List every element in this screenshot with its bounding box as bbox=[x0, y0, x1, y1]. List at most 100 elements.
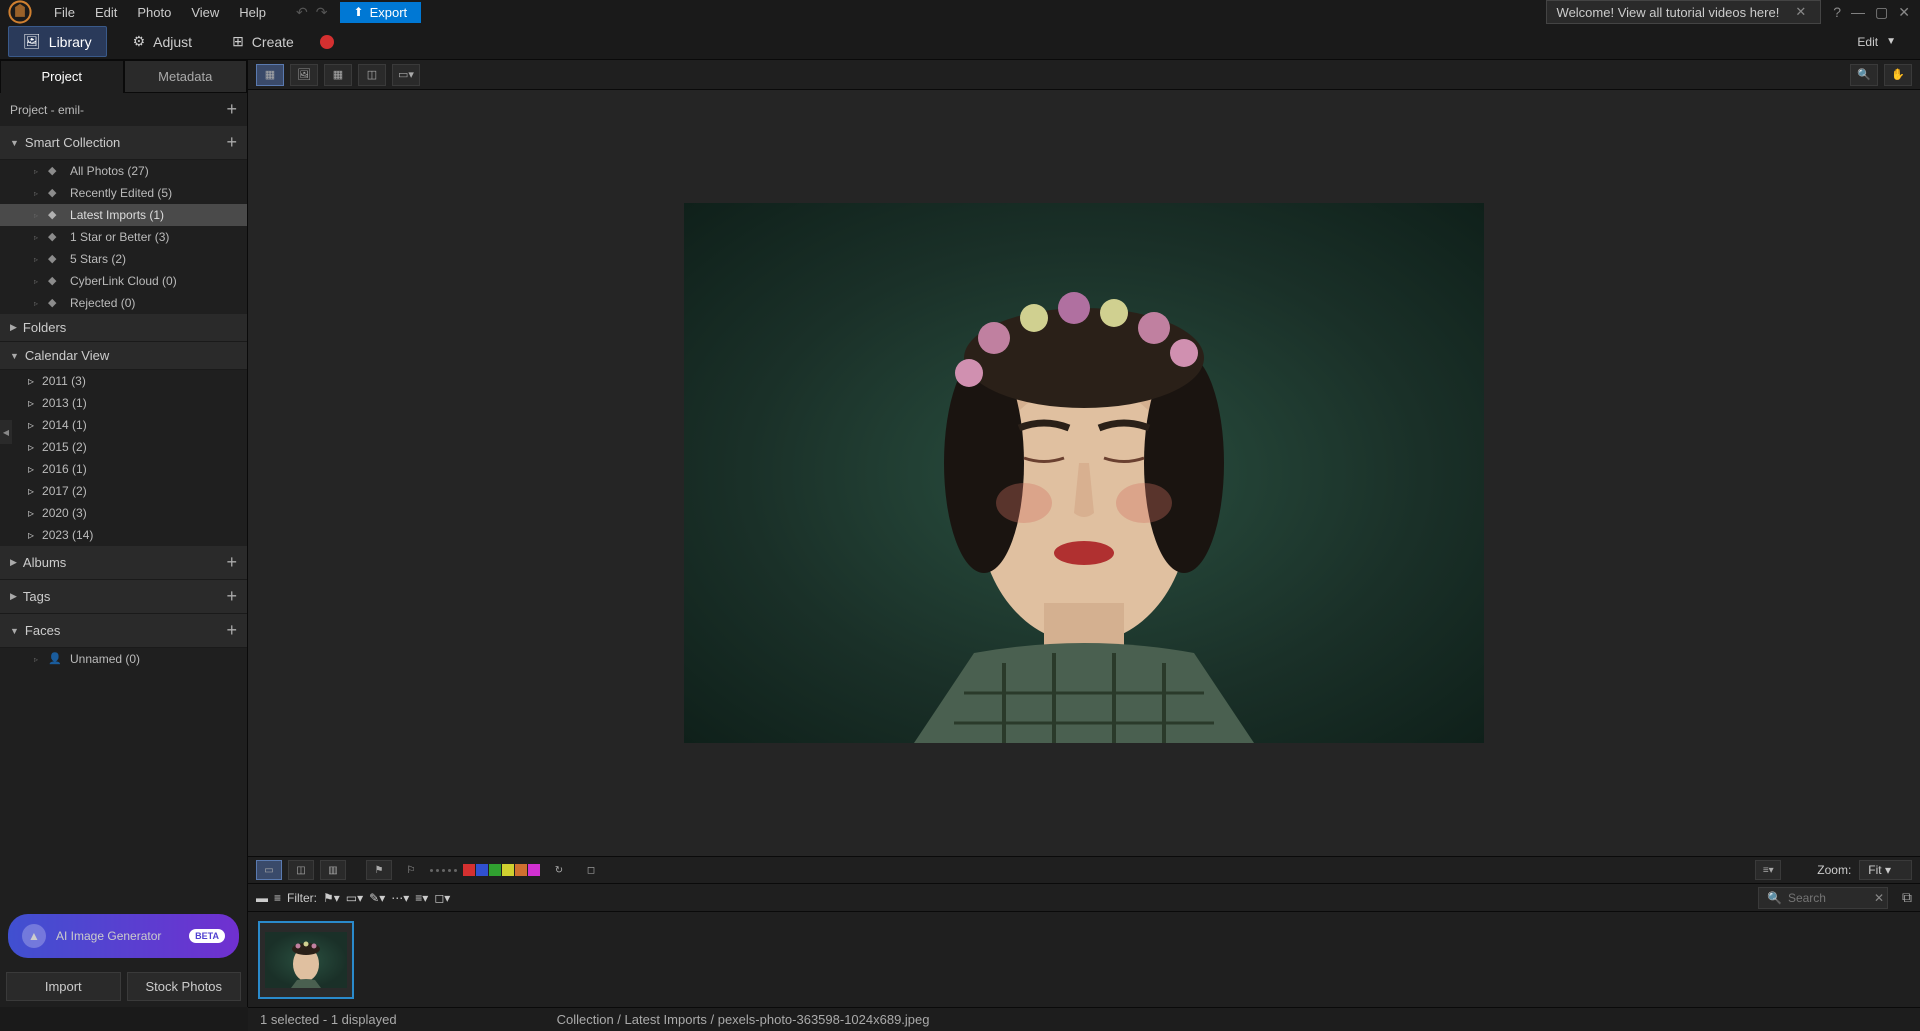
edit-button[interactable]: Edit ▼ bbox=[1841, 29, 1912, 55]
layout-2-icon[interactable]: ◫ bbox=[288, 860, 314, 880]
external-link-icon[interactable]: ⧉ bbox=[1902, 889, 1912, 906]
view-grid-icon[interactable]: ▦ bbox=[324, 64, 352, 86]
crop-tool-icon[interactable]: ◻ bbox=[578, 860, 604, 880]
calendar-2014[interactable]: ▹2014 (1) bbox=[0, 414, 247, 436]
filter-more-icon[interactable]: ⋯▾ bbox=[391, 891, 409, 905]
maximize-icon[interactable]: ▢ bbox=[1875, 4, 1888, 21]
calendar-2020[interactable]: ▹2020 (3) bbox=[0, 502, 247, 524]
filter-stack-icon[interactable]: ◻▾ bbox=[434, 891, 450, 905]
add-project-icon[interactable]: + bbox=[226, 99, 237, 120]
calendar-2011[interactable]: ▹2011 (3) bbox=[0, 370, 247, 392]
collection-cloud[interactable]: ▹◆CyberLink Cloud (0) bbox=[0, 270, 247, 292]
section-smart-collection[interactable]: ▼ Smart Collection + bbox=[0, 126, 247, 160]
view-image-icon[interactable]: 🖼 bbox=[290, 64, 318, 86]
section-label: Smart Collection bbox=[25, 135, 221, 150]
photo-viewer[interactable] bbox=[248, 90, 1920, 856]
item-label: 2016 (1) bbox=[42, 462, 87, 476]
minimize-icon[interactable]: — bbox=[1851, 4, 1865, 21]
ai-image-generator-button[interactable]: ▲ AI Image Generator BETA bbox=[8, 914, 239, 958]
collection-icon: ◆ bbox=[48, 230, 62, 244]
add-collection-icon[interactable]: + bbox=[226, 132, 237, 153]
section-tags[interactable]: ▶ Tags + bbox=[0, 580, 247, 614]
color-green[interactable] bbox=[489, 864, 501, 876]
color-yellow[interactable] bbox=[502, 864, 514, 876]
menu-help[interactable]: Help bbox=[229, 1, 276, 24]
zoom-tool-icon[interactable]: 🔍 bbox=[1850, 64, 1878, 86]
search-box[interactable]: 🔍 ✕ bbox=[1758, 887, 1888, 909]
thumbnail-selected[interactable] bbox=[258, 921, 354, 999]
layout-3-icon[interactable]: ▥ bbox=[320, 860, 346, 880]
collection-icon: ◆ bbox=[48, 186, 62, 200]
flag-reject-icon[interactable]: ⚐ bbox=[398, 860, 424, 880]
stock-photos-button[interactable]: Stock Photos bbox=[127, 972, 242, 1001]
add-album-icon[interactable]: + bbox=[226, 552, 237, 573]
color-orange[interactable] bbox=[515, 864, 527, 876]
flag-pick-icon[interactable]: ⚑ bbox=[366, 860, 392, 880]
collection-rejected[interactable]: ▹◆Rejected (0) bbox=[0, 292, 247, 314]
section-calendar[interactable]: ▼ Calendar View bbox=[0, 342, 247, 370]
item-label: 5 Stars (2) bbox=[70, 252, 126, 266]
mode-adjust[interactable]: ⚙ Adjust bbox=[119, 27, 206, 56]
tab-metadata[interactable]: Metadata bbox=[124, 60, 248, 93]
collection-latest-imports[interactable]: ▹◆Latest Imports (1) bbox=[0, 204, 247, 226]
sidebar-collapse-handle[interactable]: ◀ bbox=[0, 420, 12, 444]
color-red[interactable] bbox=[463, 864, 475, 876]
redo-icon[interactable]: ↷ bbox=[316, 4, 328, 21]
calendar-2013[interactable]: ▹2013 (1) bbox=[0, 392, 247, 414]
add-tag-icon[interactable]: + bbox=[226, 586, 237, 607]
help-icon[interactable]: ? bbox=[1833, 4, 1841, 21]
filter-sort-icon[interactable]: ≡▾ bbox=[415, 891, 428, 905]
add-face-icon[interactable]: + bbox=[226, 620, 237, 641]
mode-library[interactable]: 🖼 Library bbox=[8, 26, 107, 57]
chevron-down-icon: ▼ bbox=[1886, 36, 1896, 47]
collection-all-photos[interactable]: ▹◆All Photos (27) bbox=[0, 160, 247, 182]
calendar-2016[interactable]: ▹2016 (1) bbox=[0, 458, 247, 480]
view-slideshow-icon[interactable]: ▭▾ bbox=[392, 64, 420, 86]
section-albums[interactable]: ▶ Albums + bbox=[0, 546, 247, 580]
search-clear-icon[interactable]: ✕ bbox=[1874, 891, 1884, 905]
item-label: Rejected (0) bbox=[70, 296, 135, 310]
zoom-select[interactable]: Fit ▾ bbox=[1859, 860, 1912, 880]
collection-1-star[interactable]: ▹◆1 Star or Better (3) bbox=[0, 226, 247, 248]
menu-edit[interactable]: Edit bbox=[85, 1, 127, 24]
faces-unnamed[interactable]: ▹👤Unnamed (0) bbox=[0, 648, 247, 670]
sort-icon[interactable]: ≡▾ bbox=[1755, 860, 1781, 880]
layout-1-icon[interactable]: ▭ bbox=[256, 860, 282, 880]
collection-recently-edited[interactable]: ▹◆Recently Edited (5) bbox=[0, 182, 247, 204]
menu-file[interactable]: File bbox=[44, 1, 85, 24]
calendar-2015[interactable]: ▹2015 (2) bbox=[0, 436, 247, 458]
rotate-icon[interactable]: ↻ bbox=[546, 860, 572, 880]
color-purple[interactable] bbox=[528, 864, 540, 876]
list-view-icon[interactable]: ≡ bbox=[274, 891, 281, 905]
filter-flag-icon[interactable]: ⚑▾ bbox=[323, 891, 340, 905]
notification-dot-icon[interactable] bbox=[320, 35, 334, 49]
collection-5-stars[interactable]: ▹◆5 Stars (2) bbox=[0, 248, 247, 270]
undo-icon[interactable]: ↶ bbox=[296, 4, 308, 21]
tutorial-close-icon[interactable]: ✕ bbox=[1791, 4, 1810, 20]
tab-project[interactable]: Project bbox=[0, 60, 124, 93]
color-blue[interactable] bbox=[476, 864, 488, 876]
section-faces[interactable]: ▼ Faces + bbox=[0, 614, 247, 648]
calendar-2017[interactable]: ▹2017 (2) bbox=[0, 480, 247, 502]
pan-tool-icon[interactable]: ✋ bbox=[1884, 64, 1912, 86]
menu-photo[interactable]: Photo bbox=[127, 1, 181, 24]
section-folders[interactable]: ▶ Folders bbox=[0, 314, 247, 342]
tutorial-banner[interactable]: Welcome! View all tutorial videos here! … bbox=[1546, 0, 1822, 24]
strip-view-icon[interactable]: ▬ bbox=[256, 891, 268, 905]
photo-display bbox=[684, 203, 1484, 743]
view-single-icon[interactable]: ▦ bbox=[256, 64, 284, 86]
import-button[interactable]: Import bbox=[6, 972, 121, 1001]
filter-label-icon[interactable]: ▭▾ bbox=[346, 891, 363, 905]
person-icon: 👤 bbox=[48, 652, 62, 666]
close-icon[interactable]: ✕ bbox=[1898, 4, 1910, 21]
filter-edit-icon[interactable]: ✎▾ bbox=[369, 891, 385, 905]
calendar-2023[interactable]: ▹2023 (14) bbox=[0, 524, 247, 546]
mode-create[interactable]: ⊞ Create bbox=[218, 27, 308, 56]
menu-view[interactable]: View bbox=[181, 1, 229, 24]
star-rating[interactable] bbox=[430, 869, 457, 872]
view-compare-icon[interactable]: ◫ bbox=[358, 64, 386, 86]
search-input[interactable] bbox=[1788, 891, 1868, 905]
export-button[interactable]: ⬆ Export bbox=[340, 2, 422, 23]
item-label: Latest Imports (1) bbox=[70, 208, 164, 222]
collection-icon: ◆ bbox=[48, 164, 62, 178]
